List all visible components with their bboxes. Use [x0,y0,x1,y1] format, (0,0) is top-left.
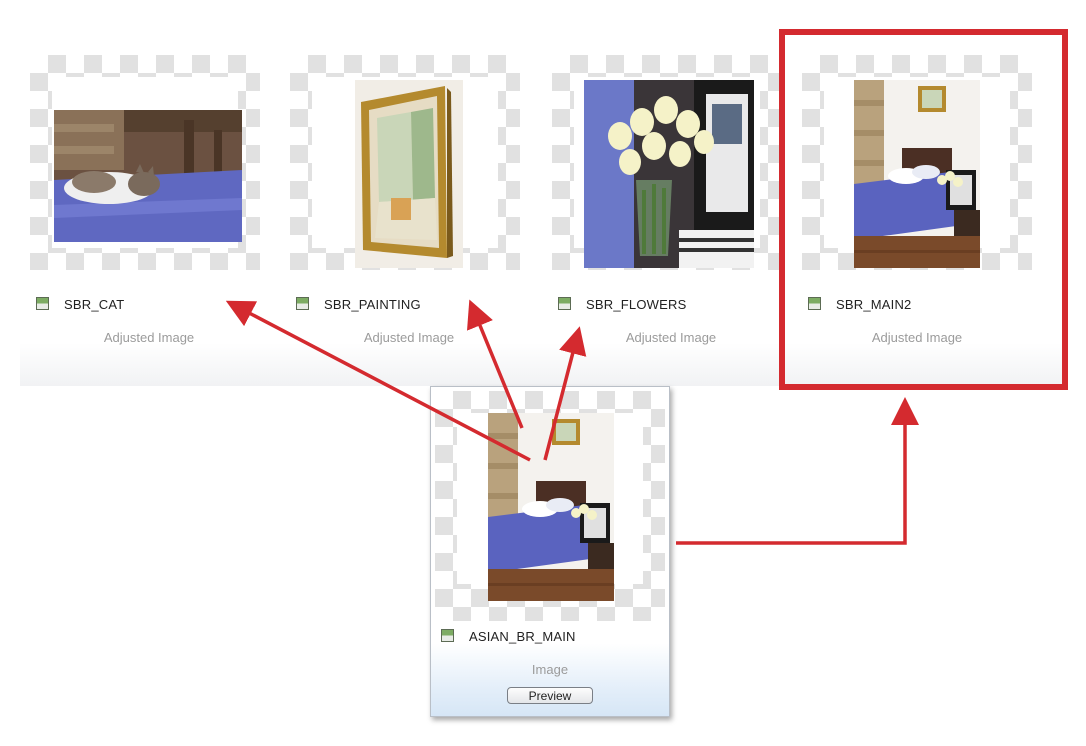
thumbnail-source[interactable] [488,413,614,601]
version-tile-painting[interactable]: SBR_PAINTING Adjusted Image [290,55,520,355]
thumbnail-cat[interactable] [54,110,242,242]
tile-name: SBR_CAT [64,297,125,312]
tile-name: SBR_FLOWERS [586,297,687,312]
adjusted-image-icon [558,297,571,310]
version-tile-cat[interactable]: SBR_CAT Adjusted Image [30,55,260,355]
thumbnail-painting[interactable] [355,80,463,268]
adjusted-image-icon [296,297,309,310]
version-tile-flowers[interactable]: SBR_FLOWERS Adjusted Image [552,55,782,355]
selected-version-highlight [779,29,1068,390]
source-image-card[interactable]: ASIAN_BR_MAIN Image Preview [430,386,670,717]
source-subtitle: Image [531,662,569,677]
tile-name: SBR_PAINTING [324,297,421,312]
adjusted-image-icon [36,297,49,310]
thumbnail-flowers[interactable] [584,80,754,268]
tile-subtitle: Adjusted Image [363,330,455,345]
arrow-to-main2 [676,397,919,545]
tile-subtitle: Adjusted Image [625,330,717,345]
preview-button[interactable]: Preview [507,687,593,704]
tile-subtitle: Adjusted Image [103,330,195,345]
source-name: ASIAN_BR_MAIN [469,629,576,644]
image-icon [441,629,454,642]
